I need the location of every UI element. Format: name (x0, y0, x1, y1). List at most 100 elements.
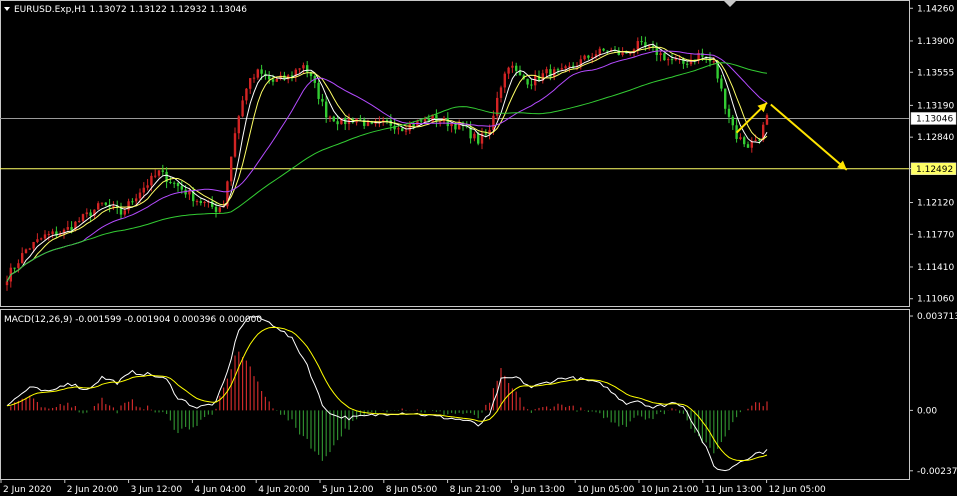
candle-body (17, 263, 20, 268)
candle-body (583, 55, 586, 60)
candle-body (161, 170, 164, 172)
candle-body (131, 201, 134, 203)
candle-body (51, 231, 54, 234)
horizontal-level-badge: 1.12492 (910, 162, 957, 175)
candle-body (739, 137, 742, 139)
candle-body (404, 130, 408, 132)
candle-body (454, 123, 457, 130)
candle-body (154, 175, 157, 177)
price-tick-label: 1.13190 (917, 101, 954, 111)
candle-body (70, 227, 73, 231)
candle-body (24, 249, 28, 254)
candle-body (271, 79, 275, 82)
candle-body (252, 77, 256, 79)
candle-body (731, 116, 734, 126)
candle-body (564, 66, 567, 69)
candle-body (230, 156, 233, 182)
candle-body (743, 137, 746, 145)
candle-body (138, 192, 142, 199)
candle-body (423, 118, 427, 122)
candle-body (249, 78, 252, 89)
candle-body (332, 116, 335, 122)
candle-body (598, 48, 601, 55)
candle-body (420, 120, 423, 122)
candle-body (515, 65, 518, 71)
price-tick-label: 1.12840 (917, 133, 954, 143)
candle-body (450, 123, 453, 127)
candle-body (545, 69, 548, 74)
candle-body (746, 144, 750, 148)
candle-body (275, 78, 278, 82)
candle-body (112, 206, 115, 208)
price-tick-label: 1.13900 (917, 37, 954, 47)
candle-body (556, 69, 560, 71)
price-tick-label: 1.13555 (917, 68, 954, 78)
time-tick-label: 12 Jun 05:00 (769, 485, 826, 495)
candle-body (5, 281, 9, 286)
candle-body (602, 48, 605, 51)
time-tick-label: 10 Jun 05:00 (577, 485, 634, 495)
candle-body (43, 234, 47, 239)
macd-tick-label: 0.003713 (917, 312, 957, 322)
candle-body (526, 78, 529, 85)
candle-body (385, 120, 389, 122)
chart-root: 1.14260 1.13900 1.13555 1.13190 1.12840 1.124… (0, 0, 957, 496)
candle-body (439, 121, 442, 123)
time-tick-label: 9 Jun 13:00 (513, 485, 565, 495)
svg-text:1.12492: 1.12492 (916, 165, 953, 175)
candle-body (150, 175, 153, 186)
candle-body (302, 65, 305, 69)
candle-body (195, 201, 199, 203)
candle-body (670, 59, 674, 61)
candle-body (511, 65, 514, 68)
candle-body (89, 212, 92, 216)
candle-body (321, 98, 324, 102)
candle-body (21, 253, 24, 264)
candle-body (724, 88, 727, 109)
price-tick-label: 1.11060 (917, 295, 954, 305)
candle-body (765, 115, 769, 125)
time-tick-label: 2 Jun 20:00 (67, 485, 119, 495)
candle-body (325, 101, 328, 118)
candle-body (492, 115, 495, 131)
macd-tick-label: -0.002377 (917, 467, 957, 477)
candle-body (199, 201, 202, 204)
candle-body (173, 182, 176, 184)
candle-body (203, 201, 206, 204)
time-tick-label: 10 Jun 21:00 (641, 485, 698, 495)
candle-body (81, 214, 85, 221)
candle-body (169, 182, 172, 184)
candle-body (123, 210, 126, 215)
candle-body (100, 202, 104, 204)
candle-body (146, 185, 149, 188)
candle-body (218, 207, 221, 212)
candle-body (621, 52, 624, 55)
price-info-label: EURUSD.Exp,H1 1.13072 1.13122 1.12932 1.… (14, 5, 247, 15)
chart-background (0, 0, 957, 496)
candle-body (256, 69, 259, 78)
candle-body (142, 187, 145, 193)
candle-body (180, 186, 183, 190)
candle-body (503, 73, 506, 88)
candle-body (40, 238, 43, 240)
candle-body (446, 117, 449, 127)
candle-body (659, 53, 662, 56)
time-tick-label: 2 Jun 2020 (3, 485, 52, 495)
candle-body (363, 119, 366, 126)
candle-body (530, 84, 533, 86)
candle-body (701, 53, 704, 57)
candle-body (85, 212, 88, 215)
time-tick-label: 4 Jun 20:00 (258, 485, 310, 495)
candle-body (306, 65, 309, 73)
candle-body (317, 82, 320, 99)
price-tick-label: 1.11770 (917, 230, 954, 240)
candle-body (560, 68, 563, 70)
candle-body (328, 116, 332, 118)
candle-body (686, 63, 689, 65)
candle-body (477, 133, 480, 144)
candle-body (720, 78, 723, 89)
candle-body (336, 121, 339, 125)
candle-body (32, 241, 35, 249)
candle-body (663, 53, 666, 61)
candle-body (359, 118, 362, 120)
